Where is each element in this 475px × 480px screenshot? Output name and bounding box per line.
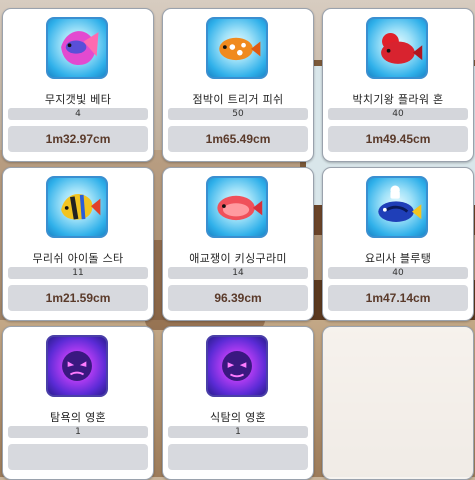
chef-blue-tang-fish-icon — [366, 176, 428, 238]
flowerhorn-fish-icon — [366, 17, 428, 79]
item-name: 무지갯빛 베타 — [44, 93, 112, 106]
spotted-triggerfish-icon — [206, 17, 268, 79]
moorish-idol-fish-icon — [46, 176, 108, 238]
item-card-spotted-triggerfish[interactable]: 점박이 트리거 피쉬 50 1m65.49cm — [162, 8, 314, 162]
item-name: 무리쉬 아이돌 스타 — [32, 252, 124, 265]
item-size — [8, 444, 148, 470]
item-name: 식탐의 영혼 — [210, 411, 266, 424]
item-name: 점박이 트리거 피쉬 — [192, 93, 284, 106]
kissing-gourami-fish-icon — [206, 176, 268, 238]
item-card-gluttony-soul[interactable]: 식탐의 영혼 1 — [162, 326, 314, 480]
item-size: 1m21.59cm — [8, 285, 148, 311]
item-count: 1 — [168, 426, 308, 438]
item-count: 40 — [328, 267, 468, 279]
item-card-moorish-idol[interactable]: 무리쉬 아이돌 스타 11 1m21.59cm — [2, 167, 154, 321]
rainbow-betta-fish-icon — [46, 17, 108, 79]
item-count: 1 — [8, 426, 148, 438]
item-name: 탐욕의 영혼 — [50, 411, 106, 424]
item-size: 1m32.97cm — [8, 126, 148, 152]
item-size — [168, 444, 308, 470]
item-size: 96.39cm — [168, 285, 308, 311]
item-count: 14 — [168, 267, 308, 279]
item-card-flowerhorn[interactable]: 박치기왕 플라워 혼 40 1m49.45cm — [322, 8, 474, 162]
item-name: 박치기왕 플라워 혼 — [352, 93, 444, 106]
gluttony-soul-icon — [206, 335, 268, 397]
item-size: 1m49.45cm — [328, 126, 468, 152]
item-card-greed-soul[interactable]: 탐욕의 영혼 1 — [2, 326, 154, 480]
item-name: 애교쟁이 키싱구라미 — [189, 252, 287, 265]
item-card-kissing-gourami[interactable]: 애교쟁이 키싱구라미 14 96.39cm — [162, 167, 314, 321]
item-size: 1m65.49cm — [168, 126, 308, 152]
item-size: 1m47.14cm — [328, 285, 468, 311]
item-count: 50 — [168, 108, 308, 120]
item-count: 40 — [328, 108, 468, 120]
item-count: 4 — [8, 108, 148, 120]
greed-soul-icon — [46, 335, 108, 397]
empty-item-slot[interactable] — [322, 326, 474, 480]
item-card-chef-blue-tang[interactable]: 요리사 블루탱 40 1m47.14cm — [322, 167, 474, 321]
item-name: 요리사 블루탱 — [364, 252, 432, 265]
item-card-rainbow-betta[interactable]: 무지갯빛 베타 4 1m32.97cm — [2, 8, 154, 162]
item-count: 11 — [8, 267, 148, 279]
